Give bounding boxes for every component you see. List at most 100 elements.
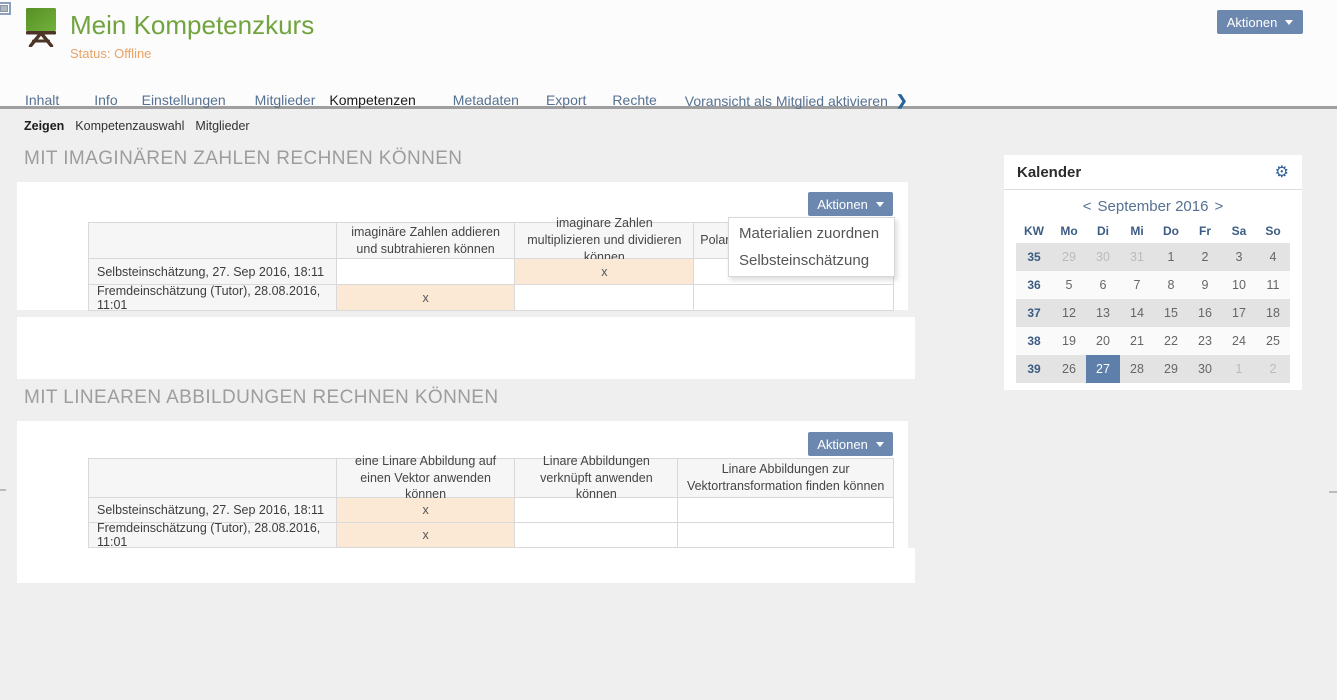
calendar-day[interactable]: 16 <box>1188 299 1222 327</box>
calendar-week-row: 37 12 13 14 15 16 17 18 <box>1016 299 1290 327</box>
calendar-day[interactable]: 10 <box>1222 271 1256 299</box>
calendar-week-row: 39 26 27 28 29 30 1 2 <box>1016 355 1290 383</box>
calendar-day[interactable]: 25 <box>1256 327 1290 355</box>
header-actions-button[interactable]: Aktionen <box>1217 10 1303 34</box>
assessment-label: Fremdeinschätzung (Tutor), 28.08.2016, 1… <box>89 285 337 311</box>
page-edge-divider <box>0 489 6 491</box>
calendar-week-row: 38 19 20 21 22 23 24 25 <box>1016 327 1290 355</box>
calendar-day[interactable]: 2 <box>1256 355 1290 383</box>
week-number[interactable]: 38 <box>1016 334 1052 348</box>
table-row: Fremdeinschätzung (Tutor), 28.08.2016, 1… <box>89 285 894 311</box>
calendar-panel: Kalender ⚙ < September 2016 > KW Mo Di M… <box>1004 155 1302 390</box>
competency-cell <box>678 523 894 548</box>
subtab-kompetenzauswahl[interactable]: Kompetenzauswahl <box>75 119 184 133</box>
competency-cell <box>515 498 678 523</box>
table-header-row: eine Linare Abbildung auf einen Vektor a… <box>89 459 894 498</box>
page: Mein Kompetenzkurs Status: Offline Aktio… <box>0 0 1337 700</box>
section-title-imaginaere-zahlen: MIT IMAGINÄREN ZAHLEN RECHNEN KÖNNEN <box>24 148 462 170</box>
competency-cell <box>515 523 678 548</box>
subtab-mitglieder[interactable]: Mitglieder <box>195 119 249 133</box>
section2-actions-button[interactable]: Aktionen <box>808 432 893 456</box>
tab-inhalt[interactable]: Inhalt <box>25 92 59 109</box>
tab-metadaten[interactable]: Metadaten <box>453 92 519 109</box>
tab-export[interactable]: Export <box>546 92 586 109</box>
calendar-day[interactable]: 1 <box>1222 355 1256 383</box>
calendar-day[interactable]: 30 <box>1188 355 1222 383</box>
week-number[interactable]: 36 <box>1016 278 1052 292</box>
subtab-zeigen[interactable]: Zeigen <box>24 119 64 133</box>
tab-member-preview[interactable]: Voransicht als Mitglied aktivieren ❯ <box>685 92 908 109</box>
calendar-next-month[interactable]: > <box>1214 198 1223 215</box>
course-easel-icon <box>24 7 58 52</box>
actions-dropdown-menu: Materialien zuordnen Selbsteinschätzung <box>728 217 895 277</box>
tab-kompetenzen[interactable]: Kompetenzen <box>329 92 415 109</box>
calendar-day-selected[interactable]: 27 <box>1086 355 1120 383</box>
competency-cell: x <box>337 498 516 523</box>
calendar-day[interactable]: 22 <box>1154 327 1188 355</box>
calendar-day[interactable]: 21 <box>1120 327 1154 355</box>
section-panel-footer <box>17 317 915 379</box>
week-number[interactable]: 35 <box>1016 250 1052 264</box>
calendar-day[interactable]: 30 <box>1086 243 1120 271</box>
calendar-day[interactable]: 9 <box>1188 271 1222 299</box>
calendar-day[interactable]: 3 <box>1222 243 1256 271</box>
calendar-day[interactable]: 12 <box>1052 299 1086 327</box>
calendar-day[interactable]: 13 <box>1086 299 1120 327</box>
calendar-month-nav: < September 2016 > <box>1004 193 1302 219</box>
calendar-day[interactable]: 1 <box>1154 243 1188 271</box>
calendar-day[interactable]: 4 <box>1256 243 1290 271</box>
calendar-day[interactable]: 6 <box>1086 271 1120 299</box>
week-number[interactable]: 39 <box>1016 362 1052 376</box>
calendar-day[interactable]: 31 <box>1120 243 1154 271</box>
tab-rechte[interactable]: Rechte <box>612 92 656 109</box>
calendar-day[interactable]: 11 <box>1256 271 1290 299</box>
calendar-day[interactable]: 29 <box>1052 243 1086 271</box>
sub-tabs: Zeigen Kompetenzauswahl Mitglieder <box>24 119 250 133</box>
menu-item-materialien-zuordnen[interactable]: Materialien zuordnen <box>729 220 894 247</box>
calendar-day[interactable]: 24 <box>1222 327 1256 355</box>
week-number[interactable]: 37 <box>1016 306 1052 320</box>
competency-cell: x <box>337 285 516 311</box>
calendar-day[interactable]: 28 <box>1120 355 1154 383</box>
calendar-day[interactable]: 15 <box>1154 299 1188 327</box>
table-row: Fremdeinschätzung (Tutor), 28.08.2016, 1… <box>89 523 894 548</box>
section1-actions-button[interactable]: Aktionen <box>808 192 893 216</box>
competency-cell <box>694 285 894 311</box>
table-row: Selbsteinschätzung, 27. Sep 2016, 18:11 … <box>89 498 894 523</box>
calendar-prev-month[interactable]: < <box>1083 198 1092 215</box>
calendar-day[interactable]: 23 <box>1188 327 1222 355</box>
assessment-label: Fremdeinschätzung (Tutor), 28.08.2016, 1… <box>89 523 337 548</box>
column-header: Linare Abbildungen verknüpft anwenden kö… <box>515 459 678 498</box>
calendar-day[interactable]: 8 <box>1154 271 1188 299</box>
calendar-title: Kalender <box>1017 164 1081 181</box>
calendar-day[interactable]: 17 <box>1222 299 1256 327</box>
caret-down-icon <box>1285 20 1293 25</box>
calendar-day[interactable]: 18 <box>1256 299 1290 327</box>
competency-table-2: eine Linare Abbildung auf einen Vektor a… <box>88 458 894 548</box>
column-header: Linare Abbildungen zur Vektortransformat… <box>678 459 894 498</box>
calendar-day[interactable]: 14 <box>1120 299 1154 327</box>
calendar-day[interactable]: 2 <box>1188 243 1222 271</box>
gear-icon[interactable]: ⚙ <box>1275 162 1289 182</box>
competency-cell: x <box>515 259 694 285</box>
column-header: eine Linare Abbildung auf einen Vektor a… <box>337 459 516 498</box>
main-tabs: Inhalt Info Einstellungen Mitglieder Kom… <box>25 92 908 109</box>
calendar-day[interactable]: 7 <box>1120 271 1154 299</box>
calendar-month-label[interactable]: September 2016 <box>1098 198 1209 215</box>
caret-down-icon <box>876 202 884 207</box>
calendar-day[interactable]: 29 <box>1154 355 1188 383</box>
page-title: Mein Kompetenzkurs <box>70 10 314 41</box>
calendar-day[interactable]: 19 <box>1052 327 1086 355</box>
tree-view-toggle-icon[interactable] <box>0 2 11 15</box>
tab-info[interactable]: Info <box>94 92 117 109</box>
competency-cell <box>515 285 694 311</box>
section-panel-footer <box>17 548 915 583</box>
calendar-weekday-header: KW Mo Di Mi Do Fr Sa So <box>1016 219 1290 243</box>
caret-down-icon <box>876 442 884 447</box>
calendar-day[interactable]: 26 <box>1052 355 1086 383</box>
tab-mitglieder[interactable]: Mitglieder <box>255 92 316 109</box>
calendar-day[interactable]: 20 <box>1086 327 1120 355</box>
tab-einstellungen[interactable]: Einstellungen <box>142 92 226 109</box>
menu-item-selbsteinschaetzung[interactable]: Selbsteinschätzung <box>729 247 894 274</box>
calendar-day[interactable]: 5 <box>1052 271 1086 299</box>
